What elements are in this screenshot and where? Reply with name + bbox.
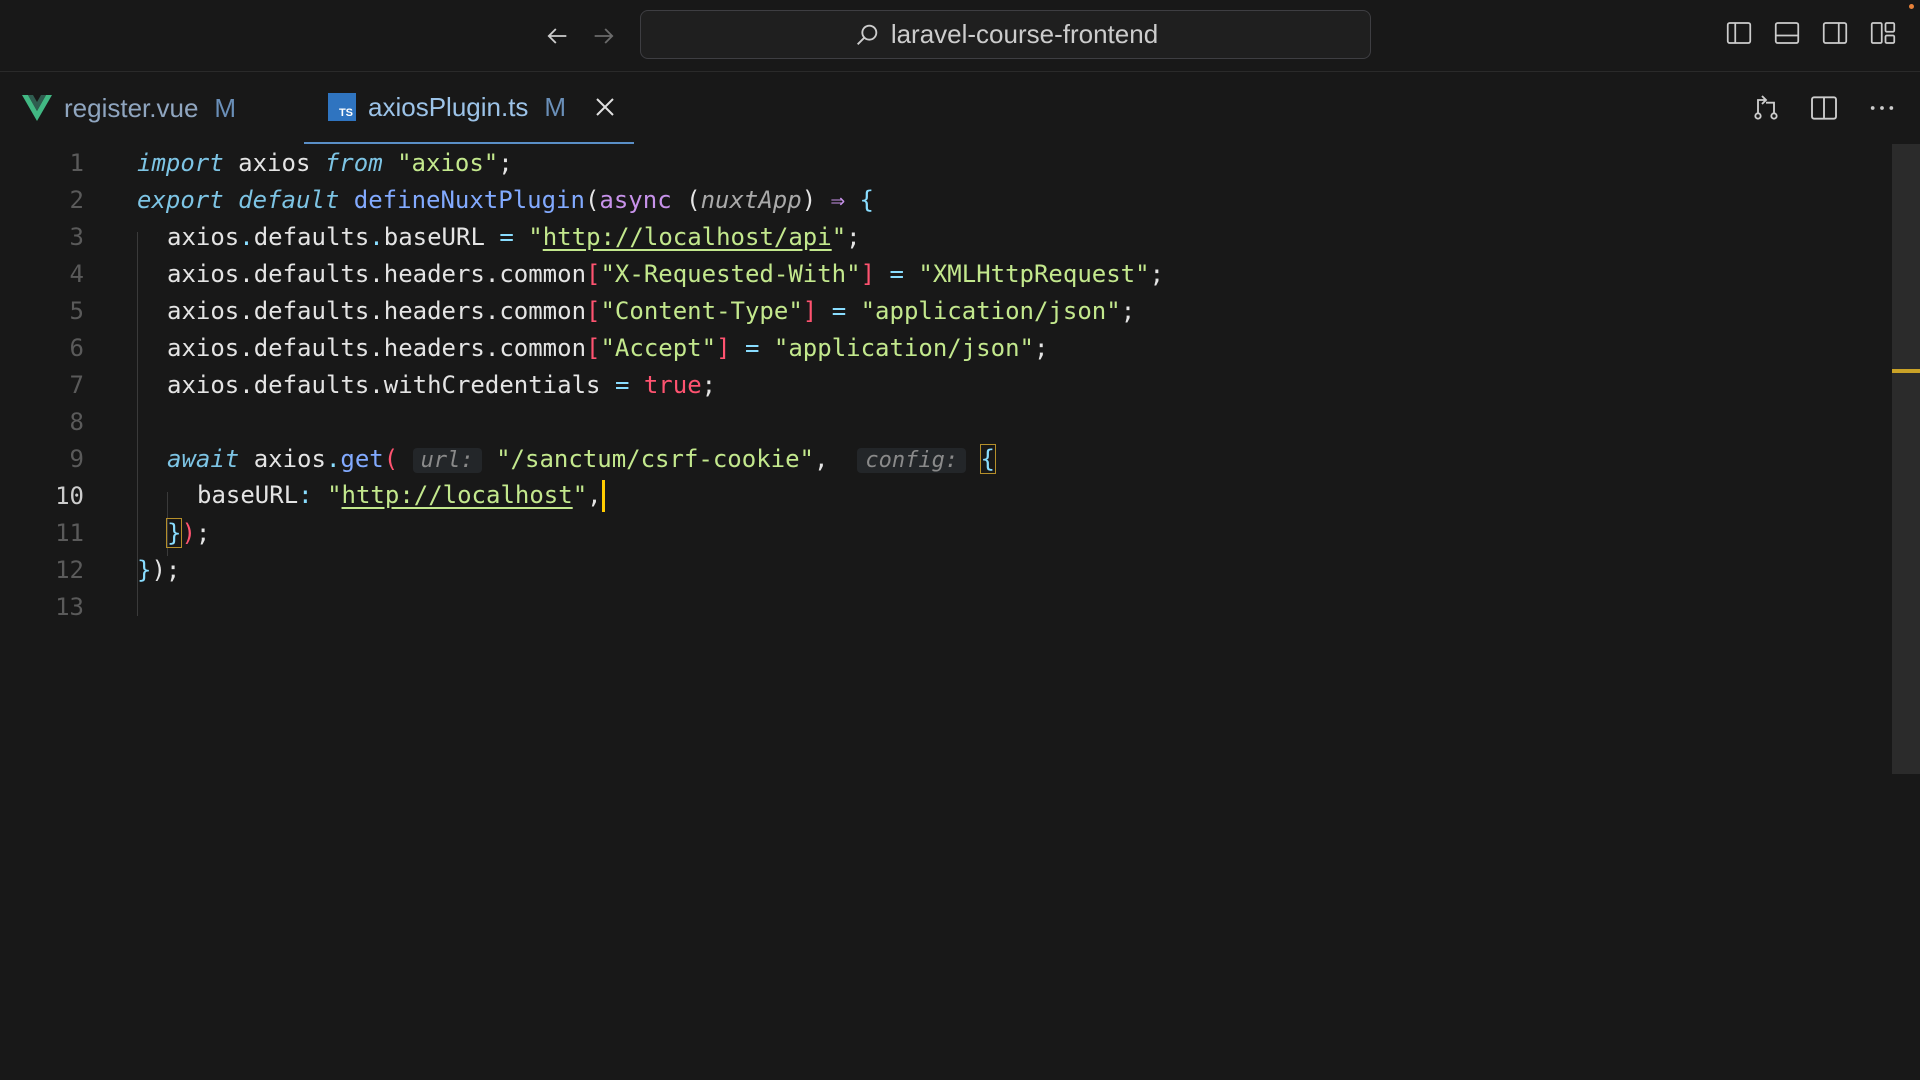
url-link[interactable]: http://localhost/api xyxy=(543,223,832,251)
code-line: 1 import axios from "axios"; xyxy=(0,144,1880,181)
split-editor-icon[interactable] xyxy=(1808,92,1840,124)
line-number: 6 xyxy=(69,333,84,362)
scrollbar-cursor-marker xyxy=(1892,369,1920,373)
forward-arrow-icon[interactable] xyxy=(588,20,620,52)
vertical-scrollbar[interactable] xyxy=(1892,144,1920,774)
typescript-icon: TS xyxy=(328,93,356,121)
code-line: 11 }); xyxy=(0,514,1880,551)
tab-register-vue[interactable]: register.vue M xyxy=(22,72,266,144)
modified-indicator: M xyxy=(544,91,567,122)
line-number: 2 xyxy=(69,185,84,214)
code-line: 2 export default defineNuxtPlugin(async … xyxy=(0,181,1880,218)
title-bar: laravel-course-frontend xyxy=(0,0,1920,72)
code-editor[interactable]: 1 import axios from "axios"; 2 export de… xyxy=(0,144,1920,1080)
code-line: 8 xyxy=(0,403,1880,440)
parameter-hint: url: xyxy=(412,447,482,473)
code-line: 9 await axios.get( url: "/sanctum/csrf-c… xyxy=(0,440,1880,477)
code-line: 13 xyxy=(0,588,1880,625)
line-number: 8 xyxy=(69,407,84,436)
tab-label: axiosPlugin.ts xyxy=(368,91,529,122)
search-text: laravel-course-frontend xyxy=(890,19,1159,49)
line-number: 9 xyxy=(69,444,84,473)
code-line: 6 axios.defaults.headers.common["Accept"… xyxy=(0,329,1880,366)
parameter-hint: config: xyxy=(857,447,967,473)
code-line: 7 axios.defaults.withCredentials = true; xyxy=(0,366,1880,403)
search-icon xyxy=(856,24,878,45)
url-link[interactable]: http://localhost xyxy=(342,481,573,509)
vue-icon xyxy=(22,95,52,121)
line-number: 10 xyxy=(55,481,84,510)
line-number: 7 xyxy=(69,370,84,399)
line-number: 12 xyxy=(55,555,84,584)
notification-dot xyxy=(1909,4,1914,9)
close-icon[interactable] xyxy=(592,94,618,120)
toggle-panel-icon[interactable] xyxy=(1772,18,1802,48)
code-line: 4 axios.defaults.headers.common["X-Reque… xyxy=(0,255,1880,292)
code-line: 5 axios.defaults.headers.common["Content… xyxy=(0,292,1880,329)
text-cursor xyxy=(601,479,605,512)
tab-label: register.vue xyxy=(64,92,199,123)
more-actions-icon[interactable] xyxy=(1866,92,1898,124)
tab-axiosplugin-ts[interactable]: TS axiosPlugin.ts M xyxy=(304,72,634,144)
line-number: 5 xyxy=(69,296,84,325)
back-arrow-icon[interactable] xyxy=(541,20,573,52)
toggle-secondary-sidebar-icon[interactable] xyxy=(1820,18,1850,48)
line-number: 11 xyxy=(55,518,84,547)
line-number: 4 xyxy=(69,259,84,288)
line-number: 13 xyxy=(55,592,84,621)
customize-layout-icon[interactable] xyxy=(1868,18,1898,48)
modified-indicator: M xyxy=(214,92,237,123)
toggle-primary-sidebar-icon[interactable] xyxy=(1724,18,1754,48)
command-center-search[interactable]: laravel-course-frontend xyxy=(640,10,1371,59)
code-line: 12 }); xyxy=(0,551,1880,588)
code-line-current: 10 baseURL: "http://localhost", xyxy=(0,477,1880,514)
line-number: 1 xyxy=(69,148,84,177)
editor-tab-bar: register.vue M TS axiosPlugin.ts M xyxy=(0,72,1920,144)
code-line: 3 axios.defaults.baseURL = "http://local… xyxy=(0,218,1880,255)
open-changes-icon[interactable] xyxy=(1750,92,1782,124)
line-number: 3 xyxy=(69,222,84,251)
